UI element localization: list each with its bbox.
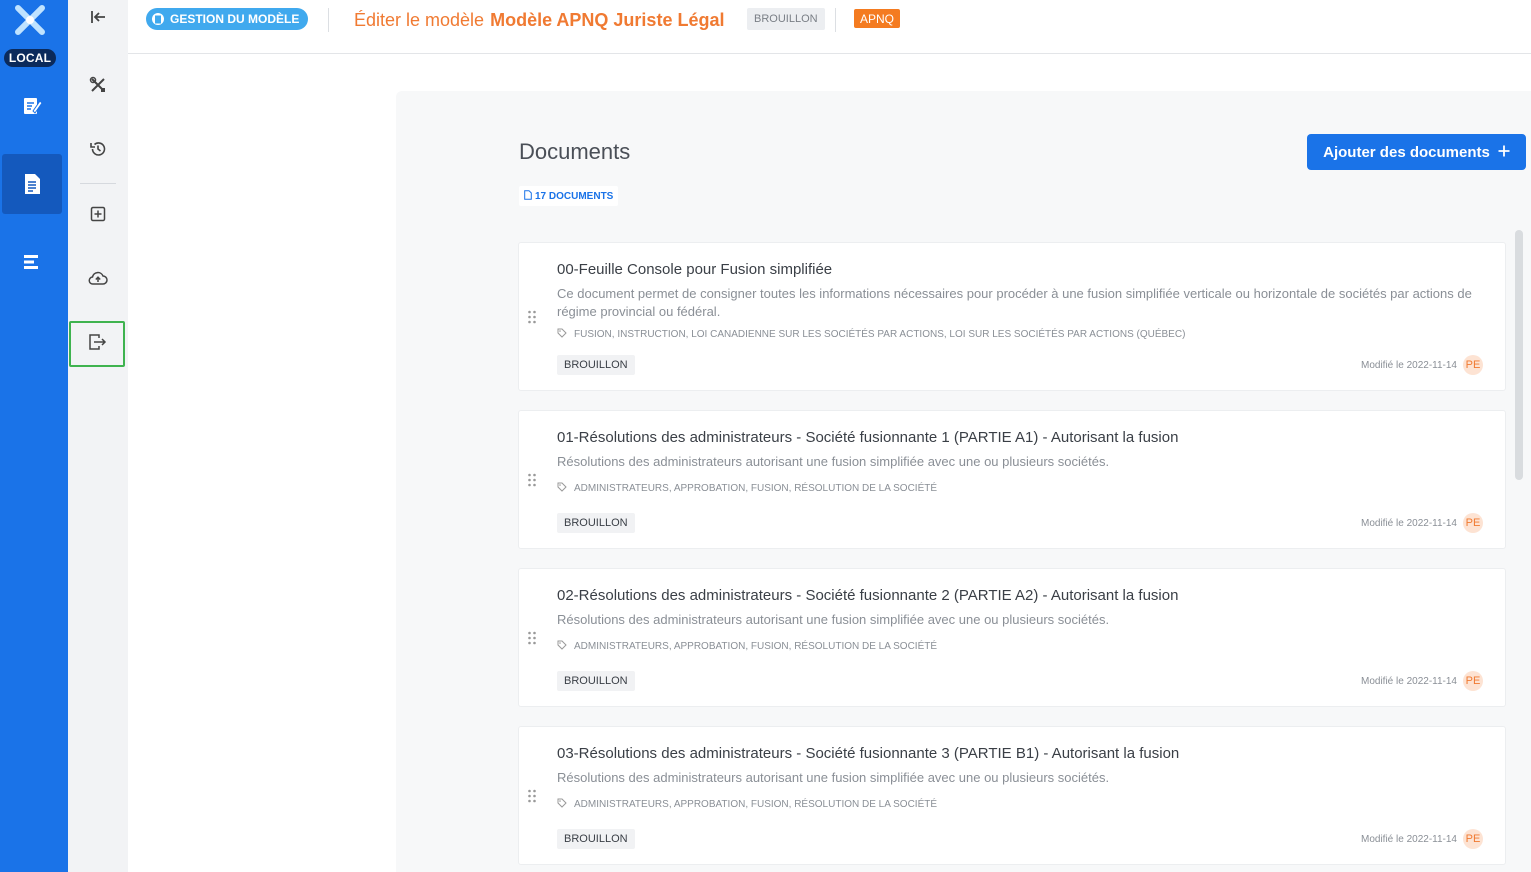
document-count-chip: 17 DOCUMENTS xyxy=(519,186,619,206)
main-rail: LOCAL xyxy=(0,0,68,872)
avatar[interactable]: PE xyxy=(1463,671,1483,691)
drag-handle-icon[interactable] xyxy=(527,310,537,324)
document-description: Résolutions des administrateurs autorisa… xyxy=(557,612,1110,627)
document-card[interactable]: 02-Résolutions des administrateurs - Soc… xyxy=(518,568,1506,707)
history-icon xyxy=(89,140,107,163)
section-label: GESTION DU MODÈLE xyxy=(170,12,300,26)
tool-divider xyxy=(80,183,116,184)
tag-icon xyxy=(557,328,567,341)
document-description: Résolutions des administrateurs autorisa… xyxy=(557,770,1110,785)
document-title[interactable]: 03-Résolutions des administrateurs - Soc… xyxy=(557,745,1179,762)
header-divider xyxy=(328,8,329,32)
file-icon xyxy=(524,189,532,203)
org-badge: APNQ xyxy=(854,9,901,28)
tag-icon xyxy=(557,640,567,653)
add-documents-button[interactable]: Ajouter des documents xyxy=(1307,134,1526,170)
document-status-badge: BROUILLON xyxy=(557,829,635,849)
collapse-icon xyxy=(90,10,106,29)
modified-date: Modifié le 2022-11-14 xyxy=(1361,834,1457,845)
modified-date: Modifié le 2022-11-14 xyxy=(1361,676,1457,687)
page-title: Éditer le modèle Modèle APNQ Juriste Lég… xyxy=(354,8,724,32)
document-description: Ce document permet de consigner toutes l… xyxy=(557,286,1472,319)
document-tags: ADMINISTRATEURS, APPROBATION, FUSION, RÉ… xyxy=(557,640,937,653)
tag-icon xyxy=(557,482,567,495)
add-documents-label: Ajouter des documents xyxy=(1323,143,1490,161)
document-status-badge: BROUILLON xyxy=(557,513,635,533)
drag-handle-icon[interactable] xyxy=(527,473,537,487)
document-title[interactable]: 00-Feuille Console pour Fusion simplifié… xyxy=(557,261,832,278)
collapse-sidebar-button[interactable] xyxy=(70,0,126,41)
add-box-icon xyxy=(90,206,106,227)
document-status-badge: BROUILLON xyxy=(557,671,635,691)
rail-documents-button[interactable] xyxy=(2,154,62,214)
tools-icon xyxy=(89,76,107,99)
align-left-icon xyxy=(23,254,41,270)
export-button[interactable] xyxy=(69,321,125,367)
tool-column xyxy=(68,0,128,872)
plus-icon xyxy=(1498,144,1510,161)
document-title[interactable]: 01-Résolutions des administrateurs - Soc… xyxy=(557,429,1178,446)
document-status-badge: BROUILLON xyxy=(557,355,635,375)
avatar[interactable]: PE xyxy=(1463,513,1483,533)
header-divider xyxy=(835,8,836,32)
tag-icon xyxy=(557,798,567,811)
drag-handle-icon[interactable] xyxy=(527,789,537,803)
document-icon xyxy=(152,13,164,25)
documents-panel: Documents Ajouter des documents 17 DOCUM… xyxy=(396,91,1531,872)
document-card[interactable]: 00-Feuille Console pour Fusion simplifié… xyxy=(518,242,1506,391)
drag-handle-icon[interactable] xyxy=(527,631,537,645)
add-section-button[interactable] xyxy=(70,194,126,238)
page-header: GESTION DU MODÈLE Éditer le modèle Modèl… xyxy=(128,0,1531,54)
tags-text: ADMINISTRATEURS, APPROBATION, FUSION, RÉ… xyxy=(574,641,938,652)
cloud-upload-icon xyxy=(88,270,108,291)
document-card[interactable]: 01-Résolutions des administrateurs - Soc… xyxy=(518,410,1506,549)
tags-text: ADMINISTRATEURS, APPROBATION, FUSION, RÉ… xyxy=(574,799,938,810)
rail-outline-button[interactable] xyxy=(2,232,62,292)
document-list-icon xyxy=(23,173,41,195)
status-badge: BROUILLON xyxy=(747,8,825,30)
document-description: Résolutions des administrateurs autorisa… xyxy=(557,454,1110,469)
export-icon xyxy=(87,333,107,356)
avatar[interactable]: PE xyxy=(1463,829,1483,849)
modified-date: Modifié le 2022-11-14 xyxy=(1361,360,1457,371)
document-tags: ADMINISTRATEURS, APPROBATION, FUSION, RÉ… xyxy=(557,482,937,495)
panel-title: Documents xyxy=(519,139,631,164)
upload-button[interactable] xyxy=(70,258,126,302)
document-tags: FUSION, INSTRUCTION, LOI CANADIENNE SUR … xyxy=(557,328,1185,341)
section-pill[interactable]: GESTION DU MODÈLE xyxy=(146,8,309,30)
settings-tools-button[interactable] xyxy=(70,65,126,109)
document-title[interactable]: 02-Résolutions des administrateurs - Soc… xyxy=(557,587,1178,604)
model-name: Modèle APNQ Juriste Légal xyxy=(490,9,725,30)
edit-document-icon xyxy=(21,95,43,117)
title-prefix: Éditer le modèle xyxy=(354,9,485,30)
modified-date: Modifié le 2022-11-14 xyxy=(1361,518,1457,529)
history-button[interactable] xyxy=(70,129,126,173)
tags-text: ADMINISTRATEURS, APPROBATION, FUSION, RÉ… xyxy=(574,483,938,494)
document-card[interactable]: 03-Résolutions des administrateurs - Soc… xyxy=(518,726,1506,865)
rail-edit-button[interactable] xyxy=(2,76,62,136)
app-logo-icon[interactable] xyxy=(14,4,46,36)
document-count: 17 DOCUMENTS xyxy=(535,190,614,202)
document-tags: ADMINISTRATEURS, APPROBATION, FUSION, RÉ… xyxy=(557,798,937,811)
scrollbar[interactable] xyxy=(1515,230,1523,480)
env-badge: LOCAL xyxy=(4,49,56,67)
avatar[interactable]: PE xyxy=(1463,355,1483,375)
tags-text: FUSION, INSTRUCTION, LOI CANADIENNE SUR … xyxy=(574,329,1186,340)
